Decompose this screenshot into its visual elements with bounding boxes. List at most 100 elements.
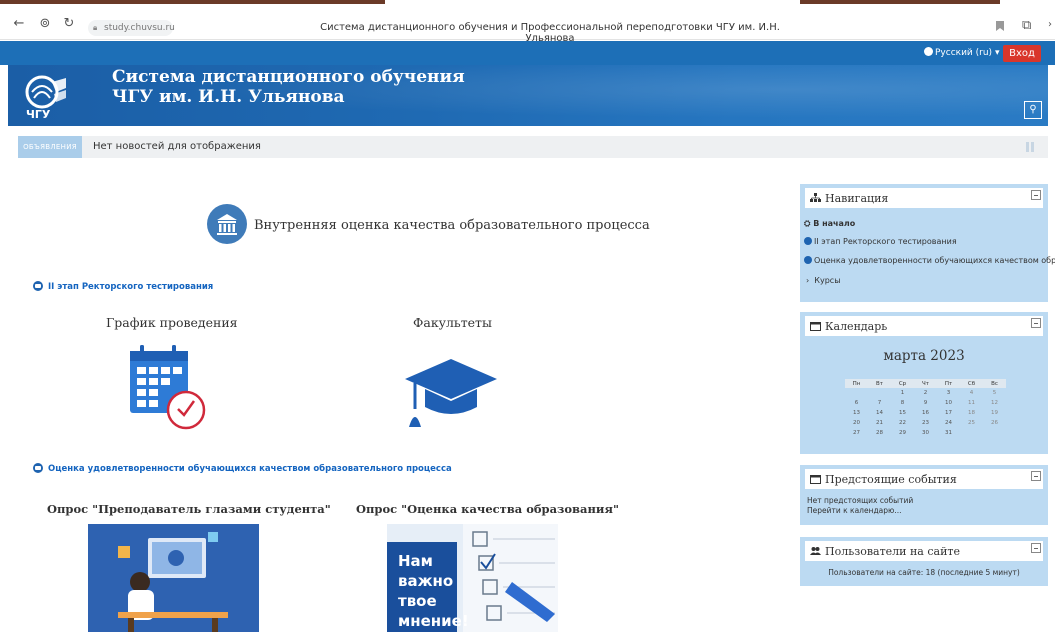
- weekday-header: Чт: [914, 379, 937, 388]
- sitemap-icon: [810, 193, 821, 202]
- events-block-header: Предстоящие события: [805, 469, 1043, 489]
- calendar-day[interactable]: 19: [983, 408, 1006, 418]
- calendar-day[interactable]: 31: [937, 428, 960, 438]
- section-link-rector-testing[interactable]: II этап Ректорского тестирования: [33, 281, 213, 292]
- calendar-month[interactable]: марта 2023: [800, 348, 1048, 364]
- online-users-count: Пользователи на сайте: 18 (последние 5 м…: [828, 568, 1020, 577]
- calendar-day[interactable]: 26: [983, 418, 1006, 428]
- language-menu[interactable]: Русский (ru) ▾: [924, 47, 999, 58]
- lock-icon: 🔒︎: [93, 23, 98, 32]
- survey-quality-title[interactable]: Опрос "Оценка качества образования": [356, 502, 619, 516]
- calendar-week: 6 7 8 9 10 11 12: [845, 398, 1006, 408]
- faculties-title[interactable]: Факультеты: [413, 315, 492, 330]
- nav-item-satisfaction[interactable]: Оценка удовлетворенности обучающихся кач…: [804, 256, 1055, 265]
- more-icon[interactable]: ›: [1048, 19, 1052, 30]
- news-text: Нет новостей для отображения: [93, 141, 261, 152]
- chevron-right-icon: ›: [806, 276, 810, 285]
- nav-courses-label: Курсы: [814, 276, 841, 285]
- calendar-day[interactable]: 23: [914, 418, 937, 428]
- calendar-day[interactable]: 29: [891, 428, 914, 438]
- nav-item-label: II этап Ректорского тестирования: [814, 237, 957, 246]
- weekday-header: Пн: [845, 379, 868, 388]
- search-button[interactable]: ⚲: [1024, 101, 1042, 119]
- collapse-button[interactable]: [1031, 190, 1041, 200]
- calendar-day[interactable]: 22: [891, 418, 914, 428]
- university-logo-icon[interactable]: ЧГУ: [22, 72, 74, 120]
- calendar-day[interactable]: 21: [868, 418, 891, 428]
- dashboard-icon: ⛭: [804, 219, 811, 228]
- pause-icon[interactable]: [1026, 142, 1034, 152]
- nav-courses[interactable]: › Курсы: [806, 276, 841, 285]
- survey-quality-image[interactable]: Нам важно твое мнение!: [387, 524, 558, 632]
- survey-teacher-title[interactable]: Опрос "Преподаватель глазами студента": [47, 502, 331, 516]
- calendar-week: 12345: [845, 388, 1006, 398]
- upcoming-events-block: Предстоящие события Нет предстоящих собы…: [800, 465, 1048, 525]
- schedule-calendar-icon[interactable]: [128, 345, 208, 431]
- calendar-day[interactable]: 18: [960, 408, 983, 418]
- users-icon: [810, 547, 821, 555]
- login-button[interactable]: Вход: [1003, 45, 1041, 62]
- collapse-button[interactable]: [1031, 543, 1041, 553]
- globe-icon: [804, 256, 812, 264]
- address-bar[interactable]: 🔒︎ study.chuvsu.ru: [88, 20, 175, 36]
- calendar-day[interactable]: 11: [960, 398, 983, 408]
- calendar-day[interactable]: 13: [845, 408, 868, 418]
- calendar-day[interactable]: 1: [891, 388, 914, 398]
- site-title-line2: ЧГУ им. И.Н. Ульянова: [112, 87, 345, 107]
- calendar-day[interactable]: 8: [891, 398, 914, 408]
- extension-icon[interactable]: ⧉: [1022, 18, 1031, 33]
- calendar-day[interactable]: 20: [845, 418, 868, 428]
- calendar-day[interactable]: 5: [983, 388, 1006, 398]
- calendar-day[interactable]: 12: [983, 398, 1006, 408]
- back-arrow-icon[interactable]: ←: [12, 17, 26, 31]
- collapse-button[interactable]: [1031, 471, 1041, 481]
- tab-strip-edge: [0, 0, 385, 4]
- graduation-cap-icon[interactable]: [403, 357, 499, 429]
- goto-calendar-link[interactable]: Перейти к календарю...: [807, 506, 902, 515]
- online-users-block: Пользователи на сайте Пользователи на са…: [800, 537, 1048, 586]
- weekday-header: Вс: [983, 379, 1006, 388]
- site-title[interactable]: Система дистанционного обучения ЧГУ им. …: [112, 67, 465, 107]
- calendar-day[interactable]: 30: [914, 428, 937, 438]
- calendar-day[interactable]: 15: [891, 408, 914, 418]
- calendar-day[interactable]: 24: [937, 418, 960, 428]
- navigation-block: Навигация ⛭ В начало II этап Ректорского…: [800, 184, 1055, 302]
- events-empty-text: Нет предстоящих событий: [807, 496, 914, 505]
- calendar-week: 27 28 29 30 31: [845, 428, 1006, 438]
- weekday-header: Вт: [868, 379, 891, 388]
- main-heading-text: Внутренняя оценка качества образовательн…: [254, 218, 650, 233]
- calendar-day[interactable]: 4: [960, 388, 983, 398]
- users-title: Пользователи на сайте: [825, 545, 961, 558]
- shield-icon[interactable]: ⊚: [38, 17, 52, 31]
- calendar-day[interactable]: 3: [937, 388, 960, 398]
- survey-teacher-image[interactable]: [88, 524, 259, 632]
- calendar-day[interactable]: 9: [914, 398, 937, 408]
- weekday-header: Сб: [960, 379, 983, 388]
- schedule-title[interactable]: График проведения: [106, 315, 238, 330]
- section-link-satisfaction[interactable]: Оценка удовлетворенности обучающихся кач…: [33, 463, 452, 474]
- calendar-day[interactable]: 2: [914, 388, 937, 398]
- users-block-header: Пользователи на сайте: [805, 541, 1043, 561]
- calendar-day[interactable]: 27: [845, 428, 868, 438]
- opinion-line1: Нам: [398, 552, 433, 570]
- calendar-day[interactable]: 28: [868, 428, 891, 438]
- calendar-day[interactable]: 25: [960, 418, 983, 428]
- calendar-day[interactable]: 14: [868, 408, 891, 418]
- calendar-day[interactable]: 17: [937, 408, 960, 418]
- calendar-day[interactable]: 7: [868, 398, 891, 408]
- calendar-grid: Пн Вт Ср Чт Пт Сб Вс 1 2 3 4 5 6 7 8 9 10 11 12 13 14 15 16 17 1…: [845, 379, 1006, 438]
- calendar-icon: [810, 475, 821, 484]
- bookmark-icon[interactable]: [996, 21, 1004, 31]
- nav-home[interactable]: ⛭ В начало: [804, 219, 855, 229]
- reload-icon[interactable]: ↻: [62, 17, 76, 31]
- collapse-button[interactable]: [1031, 318, 1041, 328]
- weekday-header: Ср: [891, 379, 914, 388]
- nav-item-rector-testing[interactable]: II этап Ректорского тестирования: [804, 237, 957, 246]
- calendar-day[interactable]: 6: [845, 398, 868, 408]
- opinion-line2: важно: [398, 572, 454, 590]
- site-top-navbar: Русский (ru) ▾ Вход: [0, 41, 1055, 65]
- calendar-day: [960, 428, 983, 438]
- calendar-day[interactable]: 10: [937, 398, 960, 408]
- weekday-header: Пт: [937, 379, 960, 388]
- calendar-day[interactable]: 16: [914, 408, 937, 418]
